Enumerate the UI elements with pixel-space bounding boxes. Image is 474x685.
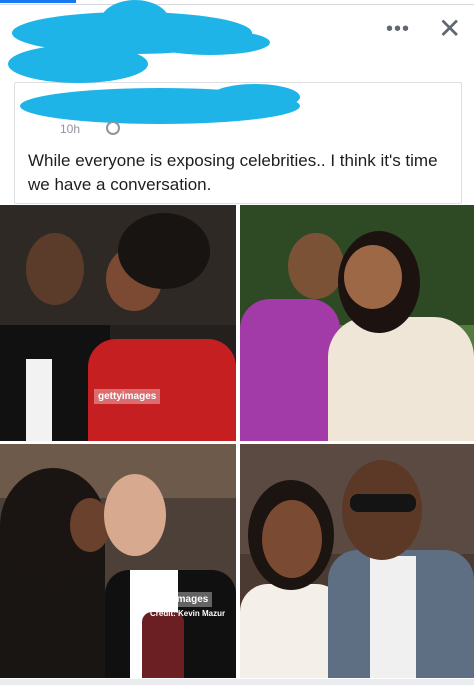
post-time[interactable]: 10h xyxy=(60,122,80,136)
bottom-divider xyxy=(0,679,474,685)
photo-4[interactable] xyxy=(240,444,474,678)
getty-watermark: gettyimages xyxy=(146,592,213,607)
photo-1[interactable]: gettyimages xyxy=(0,205,236,441)
photo-credit: Credit: Kevin Mazur xyxy=(150,609,226,618)
globe-icon xyxy=(106,121,120,135)
photo-3[interactable]: gettyimages Credit: Kevin Mazur xyxy=(0,444,236,678)
post-text: While everyone is exposing celebrities..… xyxy=(28,151,438,194)
tab-indicator xyxy=(0,0,76,3)
close-button[interactable]: ✕ xyxy=(438,12,461,45)
getty-watermark: gettyimages xyxy=(94,389,161,404)
top-bar xyxy=(0,0,474,5)
photo-2[interactable] xyxy=(240,205,474,441)
more-options-button[interactable]: ••• xyxy=(386,18,410,41)
